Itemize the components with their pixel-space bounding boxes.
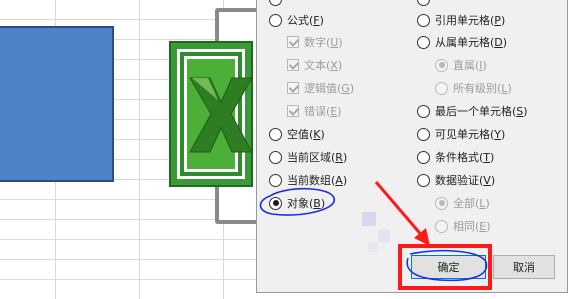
ok-button[interactable]: 确定 bbox=[411, 255, 486, 279]
option-accesskey: K bbox=[313, 127, 321, 141]
option-label: 空值 bbox=[287, 128, 309, 141]
option-direct-only[interactable]: 直属(I) bbox=[435, 56, 487, 74]
option-current-array[interactable]: 当前数组(A) bbox=[269, 171, 347, 189]
radio-icon bbox=[269, 173, 282, 187]
radio-icon bbox=[417, 0, 430, 6]
option-accesskey: T bbox=[483, 150, 491, 164]
go-to-special-dialog: 公式(F) 数字(U) 文本(X) 逻辑值(G) 错误(E) 空值(K) 当前区… bbox=[256, 0, 568, 293]
option-label: 错误 bbox=[304, 105, 326, 118]
checkbox-icon bbox=[287, 105, 299, 117]
option-accesskey: A bbox=[335, 173, 343, 187]
option-accesskey: F bbox=[313, 13, 320, 27]
option-accesskey: E bbox=[479, 219, 487, 233]
radio-icon bbox=[435, 81, 448, 95]
option-accesskey: X bbox=[330, 58, 338, 72]
option-accesskey: S bbox=[516, 104, 524, 118]
option-visible-cells[interactable]: 可见单元格(Y) bbox=[417, 125, 505, 143]
grid-line bbox=[139, 0, 140, 299]
option-text[interactable]: 文本(X) bbox=[287, 56, 342, 74]
option-accesskey: Y bbox=[494, 127, 502, 141]
radio-icon bbox=[435, 219, 448, 233]
radio-icon bbox=[417, 35, 430, 49]
option-label: 引用单元格 bbox=[435, 14, 490, 27]
checkbox-icon bbox=[287, 59, 299, 71]
option-validation-all[interactable]: 全部(L) bbox=[435, 194, 490, 212]
option-accesskey: L bbox=[479, 196, 486, 210]
radio-icon bbox=[269, 0, 282, 6]
radio-selected-icon bbox=[435, 58, 448, 72]
option-label: 当前区域 bbox=[287, 151, 331, 164]
option-accesskey: R bbox=[335, 150, 343, 164]
option-accesskey: P bbox=[494, 13, 501, 27]
ok-button-label: 确定 bbox=[437, 261, 460, 274]
option-label: 从属单元格 bbox=[435, 36, 490, 49]
cancel-button-label: 取消 bbox=[513, 261, 535, 274]
option-label: 逻辑值 bbox=[304, 82, 337, 95]
option-label: 相同 bbox=[453, 220, 475, 233]
option-label: 文本 bbox=[304, 59, 326, 72]
radio-icon bbox=[269, 13, 282, 27]
option-label: 可见单元格 bbox=[435, 128, 490, 141]
radio-icon bbox=[417, 127, 430, 141]
cancel-button[interactable]: 取消 bbox=[493, 255, 555, 279]
option-dependents[interactable]: 从属单元格(D) bbox=[417, 33, 507, 51]
blue-rectangle-shape[interactable] bbox=[0, 26, 114, 182]
option-numbers[interactable]: 数字(U) bbox=[287, 33, 343, 51]
option-accesskey: B bbox=[313, 196, 321, 210]
option-accesskey: D bbox=[494, 35, 503, 49]
option-last-cell[interactable]: 最后一个单元格(S) bbox=[417, 102, 528, 120]
option-label: 全部 bbox=[453, 197, 475, 210]
excel-logo-icon[interactable] bbox=[168, 40, 254, 188]
option-accesskey: U bbox=[330, 35, 339, 49]
option-label: 公式 bbox=[287, 14, 309, 27]
option-label: 当前数组 bbox=[287, 174, 331, 187]
option-accesskey: V bbox=[483, 173, 491, 187]
radio-selected-icon bbox=[269, 196, 282, 210]
radio-icon bbox=[417, 173, 430, 187]
option-current-region[interactable]: 当前区域(R) bbox=[269, 148, 347, 166]
option-comments-partial[interactable] bbox=[269, 0, 287, 8]
radio-icon bbox=[417, 150, 430, 164]
option-label: 所有级别 bbox=[453, 82, 497, 95]
option-blanks[interactable]: 空值(K) bbox=[269, 125, 325, 143]
radio-icon bbox=[269, 150, 282, 164]
option-label: 数字 bbox=[304, 36, 326, 49]
option-row-diff-partial[interactable] bbox=[417, 0, 435, 8]
option-accesskey: I bbox=[479, 58, 483, 72]
option-errors[interactable]: 错误(E) bbox=[287, 102, 342, 120]
option-label: 数据验证 bbox=[435, 174, 479, 187]
option-label: 条件格式 bbox=[435, 151, 479, 164]
option-accesskey: G bbox=[341, 81, 350, 95]
radio-icon bbox=[269, 127, 282, 141]
option-label: 对象 bbox=[287, 197, 309, 210]
checkbox-icon bbox=[287, 82, 299, 94]
option-conditional-formats[interactable]: 条件格式(T) bbox=[417, 148, 494, 166]
option-logicals[interactable]: 逻辑值(G) bbox=[287, 79, 354, 97]
radio-icon bbox=[417, 13, 430, 27]
option-label: 最后一个单元格 bbox=[435, 105, 512, 118]
checkbox-icon bbox=[287, 36, 299, 48]
option-validation-same[interactable]: 相同(E) bbox=[435, 217, 491, 235]
option-objects[interactable]: 对象(B) bbox=[269, 194, 325, 212]
option-data-validation[interactable]: 数据验证(V) bbox=[417, 171, 495, 189]
option-all-levels[interactable]: 所有级别(L) bbox=[435, 79, 512, 97]
radio-selected-icon bbox=[435, 196, 448, 210]
option-precedents[interactable]: 引用单元格(P) bbox=[417, 11, 505, 29]
radio-icon bbox=[417, 104, 430, 118]
option-accesskey: L bbox=[501, 81, 508, 95]
option-accesskey: E bbox=[330, 104, 338, 118]
option-formulas[interactable]: 公式(F) bbox=[269, 11, 324, 29]
option-label: 直属 bbox=[453, 59, 475, 72]
